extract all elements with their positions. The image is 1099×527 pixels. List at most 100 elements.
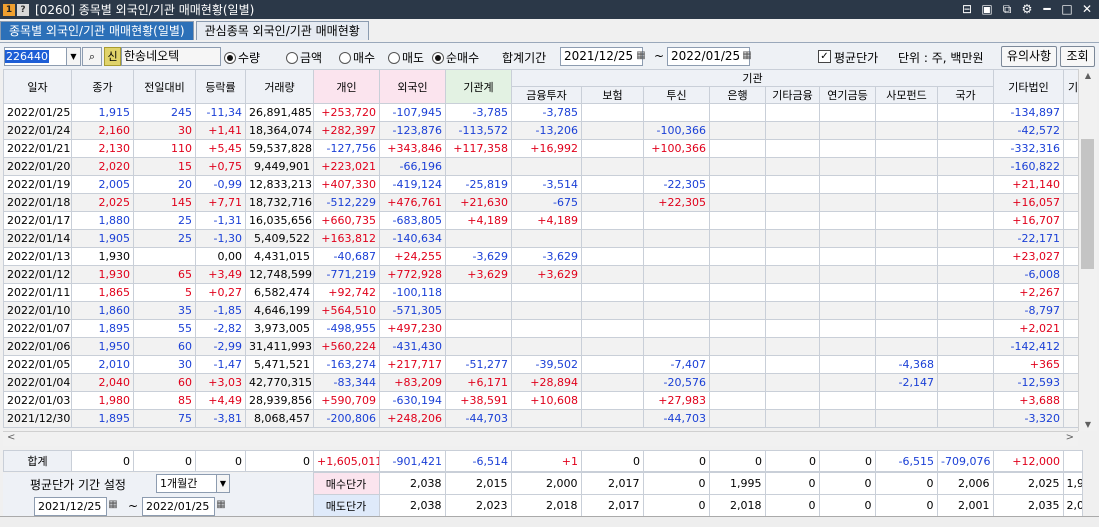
cell-inst-total: -51,277	[445, 355, 512, 374]
scroll-up-icon[interactable]: ▲	[1079, 71, 1097, 80]
cell-other-corp: -6,008	[993, 265, 1064, 284]
cell-other-fin	[765, 193, 820, 212]
table-row[interactable]: 2022/01/18 2,025 145 +7,71 18,732,716 -512,22…	[3, 193, 1083, 212]
scroll-down-icon[interactable]: ▼	[1079, 420, 1097, 429]
search-icon[interactable]: ⌕	[82, 47, 102, 66]
cell-finance: +3,629	[511, 265, 582, 284]
avg-date-from-input[interactable]: 2021/12/25	[34, 497, 107, 516]
cell-insurance	[581, 409, 644, 428]
date-to-input[interactable]: 2022/01/25	[667, 47, 750, 66]
col-individual[interactable]: 개인	[313, 69, 380, 104]
table-row[interactable]: 2022/01/03 1,980 85 +4,49 28,939,856 +590,709…	[3, 391, 1083, 410]
table-row[interactable]: 2022/01/17 1,880 25 -1,31 16,035,656 +660,735…	[3, 211, 1083, 230]
table-row[interactable]: 2022/01/13 1,930 0,00 4,431,015 -40,687 +24,2…	[3, 247, 1083, 266]
chevron-down-icon[interactable]: ▼	[66, 47, 81, 66]
cell-rate: -11,34	[195, 103, 246, 122]
cell-private	[875, 283, 938, 302]
cell-change: 145	[133, 193, 196, 212]
radio-quantity[interactable]: 수량	[224, 49, 260, 66]
scroll-left-icon[interactable]: <	[7, 432, 15, 443]
cell-insurance	[581, 139, 644, 158]
col-inst-total[interactable]: 기관계	[445, 69, 512, 104]
cell-pension	[819, 409, 876, 428]
col-volume[interactable]: 거래량	[245, 69, 314, 104]
col-rate[interactable]: 등락률	[195, 69, 246, 104]
tab-watchlist[interactable]: 관심종목 외국인/기관 매매현황	[195, 21, 369, 40]
col-change[interactable]: 전일대비	[133, 69, 196, 104]
cell-other-corp: +16,057	[993, 193, 1064, 212]
scrollbar-thumb[interactable]	[1081, 139, 1094, 269]
avg-date-to-input[interactable]: 2022/01/25	[142, 497, 215, 516]
col-nation[interactable]: 국가	[937, 86, 994, 104]
calendar-icon[interactable]: ▦	[634, 48, 648, 63]
date-from-input[interactable]: 2021/12/25	[560, 47, 643, 66]
col-other-fin[interactable]: 기타금융	[765, 86, 820, 104]
cell-individual: +564,510	[313, 301, 380, 320]
col-other-corp[interactable]: 기타법인	[993, 69, 1064, 104]
cell-nation	[937, 193, 994, 212]
avg-price-checkbox[interactable]: ✓	[818, 50, 831, 63]
table-row[interactable]: 2022/01/12 1,930 65 +3,49 12,748,599 -771,219…	[3, 265, 1083, 284]
cell-foreign: -431,430	[379, 337, 446, 356]
stock-code-input[interactable]: 226440	[4, 47, 68, 66]
col-foreign[interactable]: 외국인	[379, 69, 446, 104]
avg-period-select[interactable]: 1개월간	[156, 474, 221, 493]
stock-code-value: 226440	[5, 50, 49, 63]
col-private[interactable]: 사모펀드	[875, 86, 938, 104]
col-trust[interactable]: 투신	[643, 86, 710, 104]
table-row[interactable]: 2022/01/05 2,010 30 -1,47 5,471,521 -163,274 +…	[3, 355, 1083, 374]
col-finance[interactable]: 금융투자	[511, 86, 582, 104]
table-row[interactable]: 2022/01/21 2,130 110 +5,45 59,537,828 -127,75…	[3, 139, 1083, 158]
cell-inst-total: -3,785	[445, 103, 512, 122]
cell-individual: +163,812	[313, 229, 380, 248]
col-insurance[interactable]: 보험	[581, 86, 644, 104]
table-row[interactable]: 2022/01/11 1,865 5 +0,27 6,582,474 +92,742 -10…	[3, 283, 1083, 302]
col-close[interactable]: 종가	[71, 69, 134, 104]
chevron-down-icon[interactable]: ▼	[216, 474, 230, 493]
maximize-icon[interactable]: □	[1061, 2, 1073, 17]
cell-date: 2022/01/17	[3, 211, 72, 230]
table-row[interactable]: 2022/01/25 1,915 245 -11,34 26,891,485 +253,7…	[3, 103, 1083, 122]
new-listing-badge: 신	[104, 47, 121, 66]
table-row[interactable]: 2022/01/19 2,005 20 -0,99 12,833,213 +407,330…	[3, 175, 1083, 194]
calendar-icon[interactable]: ▦	[214, 497, 228, 512]
radio-amount[interactable]: 금액	[286, 49, 322, 66]
col-pension[interactable]: 연기금등	[819, 86, 876, 104]
vertical-scrollbar[interactable]: ▲ ▼	[1078, 69, 1097, 431]
save-icon[interactable]: ▣	[981, 2, 993, 17]
cell-inst-total	[445, 337, 512, 356]
table-row[interactable]: 2022/01/24 2,160 30 +1,41 18,364,074 +282,397…	[3, 121, 1083, 140]
settings-icon[interactable]: ⚙	[1021, 2, 1033, 17]
col-date[interactable]: 일자	[3, 69, 72, 104]
table-row[interactable]: 2022/01/04 2,040 60 +3,03 42,770,315 -83,344 +…	[3, 373, 1083, 392]
calendar-icon[interactable]: ▦	[106, 497, 120, 512]
table-row[interactable]: 2022/01/20 2,020 15 +0,75 9,449,901 +223,021-…	[3, 157, 1083, 176]
table-row[interactable]: 2022/01/07 1,895 55 -2,82 3,973,005 -498,955 +…	[3, 319, 1083, 338]
table-row[interactable]: 2021/12/30 1,895 75 -3,81 8,068,457 -200,806 +…	[3, 409, 1083, 428]
cell-individual: -83,344	[313, 373, 380, 392]
cell-date: 2022/01/25	[3, 103, 72, 122]
radio-sell[interactable]: 매도	[388, 49, 424, 66]
copy-icon[interactable]: ⧉	[1001, 2, 1013, 17]
notice-button[interactable]: 유의사항	[1001, 46, 1057, 67]
toolbar: 226440 ▼ ⌕ 신 한송네오텍 수량 금액 매수 매도 순매수 합계기간 …	[0, 42, 1099, 69]
cell-foreign: -66,196	[379, 157, 446, 176]
pin-icon[interactable]: ⊟	[961, 2, 973, 17]
calendar-icon[interactable]: ▦	[740, 48, 754, 63]
window-number-badge[interactable]: 1	[3, 3, 15, 16]
minimize-icon[interactable]: ━	[1041, 2, 1053, 17]
close-icon[interactable]: ✕	[1081, 2, 1093, 17]
table-row[interactable]: 2022/01/10 1,860 35 -1,85 4,646,199 +564,510-…	[3, 301, 1083, 320]
radio-net-buy[interactable]: 순매수	[432, 49, 479, 66]
table-row[interactable]: 2022/01/06 1,950 60 -2,99 31,411,993 +560,224…	[3, 337, 1083, 356]
horizontal-scrollbar[interactable]: < >	[3, 431, 1078, 446]
tab-stock-daily[interactable]: 종목별 외국인/기관 매매현황(일별)	[0, 21, 194, 40]
cell-inst-total: +117,358	[445, 139, 512, 158]
cell-finance	[511, 319, 582, 338]
radio-buy[interactable]: 매수	[339, 49, 375, 66]
scroll-right-icon[interactable]: >	[1066, 432, 1074, 443]
query-button[interactable]: 조회	[1060, 46, 1095, 67]
help-icon[interactable]: ?	[17, 3, 29, 16]
col-bank[interactable]: 은행	[709, 86, 766, 104]
table-row[interactable]: 2022/01/14 1,905 25 -1,30 5,409,522 +163,812-…	[3, 229, 1083, 248]
